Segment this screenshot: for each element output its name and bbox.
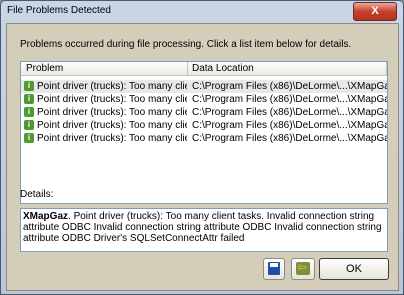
info-icon: i	[24, 133, 34, 143]
column-divider	[187, 62, 188, 75]
title-bar: File Problems Detected X	[1, 1, 403, 21]
info-icon: i	[24, 107, 34, 117]
table-row[interactable]: i Point driver (trucks): Too many clie...…	[21, 132, 387, 145]
table-row[interactable]: i Point driver (trucks): Too many clie...…	[21, 119, 387, 132]
column-divider	[386, 62, 387, 75]
location-cell: C:\Program Files (x86)\DeLorme\...\XMapG…	[192, 94, 387, 105]
table-row[interactable]: i Point driver (trucks): Too many clie...…	[21, 106, 387, 119]
info-icon: i	[24, 120, 34, 130]
details-label: Details:	[20, 189, 54, 200]
info-icon: i	[24, 94, 34, 104]
details-box: XMapGaz. Point driver (trucks): Too many…	[20, 208, 388, 252]
info-icon: i	[24, 81, 34, 91]
column-header-location[interactable]: Data Location	[192, 63, 254, 74]
details-source: XMapGaz	[23, 211, 69, 222]
ok-button[interactable]: OK	[319, 258, 389, 280]
list-header: Problem Data Location	[21, 62, 387, 76]
problems-list[interactable]: Problem Data Location i Point driver (tru…	[20, 61, 388, 204]
table-row[interactable]: i Point driver (trucks): Too many clie...…	[21, 80, 387, 93]
location-cell: C:\Program Files (x86)\DeLorme\...\XMapG…	[192, 133, 387, 144]
details-text: . Point driver (trucks): Too many client…	[23, 211, 382, 244]
table-row[interactable]: i Point driver (trucks): Too many clie...…	[21, 93, 387, 106]
location-cell: C:\Program Files (x86)\DeLorme\...\XMapG…	[192, 107, 387, 118]
column-header-problem[interactable]: Problem	[26, 63, 63, 74]
problem-cell: Point driver (trucks): Too many clie...	[37, 133, 187, 144]
window-title: File Problems Detected	[7, 5, 111, 16]
intro-text: Problems occurred during file processing…	[20, 39, 352, 50]
floppy-disk-icon	[268, 262, 280, 275]
close-button[interactable]: X	[353, 2, 397, 21]
export-icon	[296, 260, 310, 275]
export-button[interactable]	[291, 258, 315, 280]
problem-cell: Point driver (trucks): Too many clie...	[37, 94, 187, 105]
dialog-window: File Problems Detected X Problems occurr…	[0, 0, 404, 295]
problem-cell: Point driver (trucks): Too many clie...	[37, 120, 187, 131]
problem-cell: Point driver (trucks): Too many clie...	[37, 81, 187, 92]
problem-cell: Point driver (trucks): Too many clie...	[37, 107, 187, 118]
dialog-body: Problems occurred during file processing…	[6, 23, 399, 291]
location-cell: C:\Program Files (x86)\DeLorme\...\XMapG…	[192, 120, 387, 131]
location-cell: C:\Program Files (x86)\DeLorme\...\XMapG…	[192, 81, 387, 92]
save-button[interactable]	[263, 258, 285, 280]
